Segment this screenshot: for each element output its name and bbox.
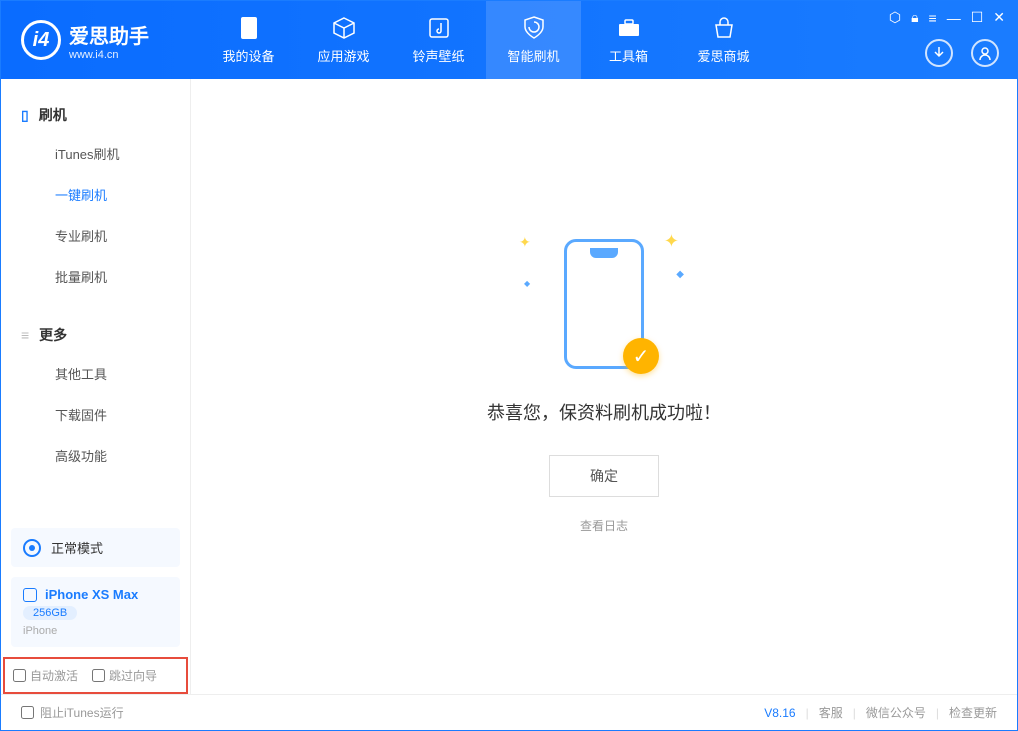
mode-icon	[23, 539, 41, 557]
sidebar-item-pro-flash[interactable]: 专业刷机	[1, 215, 190, 256]
lock-icon[interactable]: 🔒︎	[911, 9, 918, 26]
user-icon[interactable]	[971, 39, 999, 67]
tab-toolbox[interactable]: 工具箱	[581, 1, 676, 79]
download-icon[interactable]	[925, 39, 953, 67]
footer-link-wechat[interactable]: 微信公众号	[866, 704, 926, 721]
sidebar-section-flash: ▯ 刷机	[1, 97, 190, 133]
footer-link-update[interactable]: 检查更新	[949, 704, 997, 721]
cube-icon	[332, 16, 356, 40]
maximize-button[interactable]: ☐	[971, 9, 984, 26]
sidebar-item-advanced[interactable]: 高级功能	[1, 435, 190, 476]
success-message: 恭喜您，保资料刷机成功啦！	[487, 399, 721, 425]
nav-tabs: 我的设备 应用游戏 铃声壁纸 智能刷机 工具箱 爱思商城	[201, 1, 771, 79]
phone-icon: ▯	[21, 107, 29, 124]
block-itunes-checkbox[interactable]: 阻止iTunes运行	[21, 704, 124, 721]
tab-my-device[interactable]: 我的设备	[201, 1, 296, 79]
check-icon: ✓	[623, 338, 659, 374]
device-name: iPhone XS Max	[45, 587, 138, 602]
shirt-icon[interactable]: ⬡	[889, 9, 901, 26]
sidebar-item-download-firmware[interactable]: 下载固件	[1, 394, 190, 435]
device-box[interactable]: iPhone XS Max 256GB iPhone	[11, 577, 180, 647]
window-controls: ⬡ 🔒︎ ≡ — ☐ ✕	[877, 1, 1017, 34]
app-header: i4 爱思助手 www.i4.cn 我的设备 应用游戏 铃声壁纸 智能刷机 工具…	[1, 1, 1017, 79]
list-icon: ≡	[21, 327, 29, 343]
mode-label: 正常模式	[51, 538, 103, 557]
logo-area: i4 爱思助手 www.i4.cn	[1, 20, 201, 61]
device-capacity: 256GB	[23, 606, 77, 620]
footer: 阻止iTunes运行 V8.16 | 客服 | 微信公众号 | 检查更新	[1, 694, 1017, 730]
store-icon	[712, 16, 736, 40]
minimize-button[interactable]: —	[947, 10, 961, 26]
sidebar-item-one-click-flash[interactable]: 一键刷机	[1, 174, 190, 215]
footer-link-support[interactable]: 客服	[819, 704, 843, 721]
options-row: 自动激活 跳过向导	[3, 657, 188, 694]
auto-activate-checkbox[interactable]: 自动激活	[13, 667, 78, 684]
sidebar-item-itunes-flash[interactable]: iTunes刷机	[1, 133, 190, 174]
main-content: ✓ ✦ ◆ ◆ ✦ 恭喜您，保资料刷机成功啦！ 确定 查看日志	[191, 79, 1017, 694]
app-url: www.i4.cn	[69, 49, 149, 61]
device-type: iPhone	[23, 625, 168, 637]
success-illustration: ✓ ✦ ◆ ◆ ✦	[544, 239, 664, 369]
confirm-button[interactable]: 确定	[549, 455, 659, 497]
logo-icon: i4	[21, 20, 61, 60]
shield-icon	[522, 16, 546, 40]
music-icon	[427, 16, 451, 40]
device-phone-icon	[23, 588, 37, 602]
skip-guide-checkbox[interactable]: 跳过向导	[92, 667, 157, 684]
device-icon	[237, 16, 261, 40]
app-name: 爱思助手	[69, 20, 149, 49]
toolbox-icon	[617, 16, 641, 40]
header-actions	[925, 39, 999, 67]
sidebar-section-more: ≡ 更多	[1, 317, 190, 353]
tab-ringtones[interactable]: 铃声壁纸	[391, 1, 486, 79]
menu-icon[interactable]: ≡	[929, 10, 937, 26]
view-log-link[interactable]: 查看日志	[487, 517, 721, 534]
close-button[interactable]: ✕	[993, 9, 1005, 26]
mode-box[interactable]: 正常模式	[11, 528, 180, 567]
sidebar: ▯ 刷机 iTunes刷机 一键刷机 专业刷机 批量刷机 ≡ 更多 其他工具 下…	[1, 79, 191, 694]
tab-apps-games[interactable]: 应用游戏	[296, 1, 391, 79]
sidebar-item-batch-flash[interactable]: 批量刷机	[1, 256, 190, 297]
tab-smart-flash[interactable]: 智能刷机	[486, 1, 581, 79]
version-label: V8.16	[764, 706, 795, 720]
tab-store[interactable]: 爱思商城	[676, 1, 771, 79]
sidebar-item-other-tools[interactable]: 其他工具	[1, 353, 190, 394]
